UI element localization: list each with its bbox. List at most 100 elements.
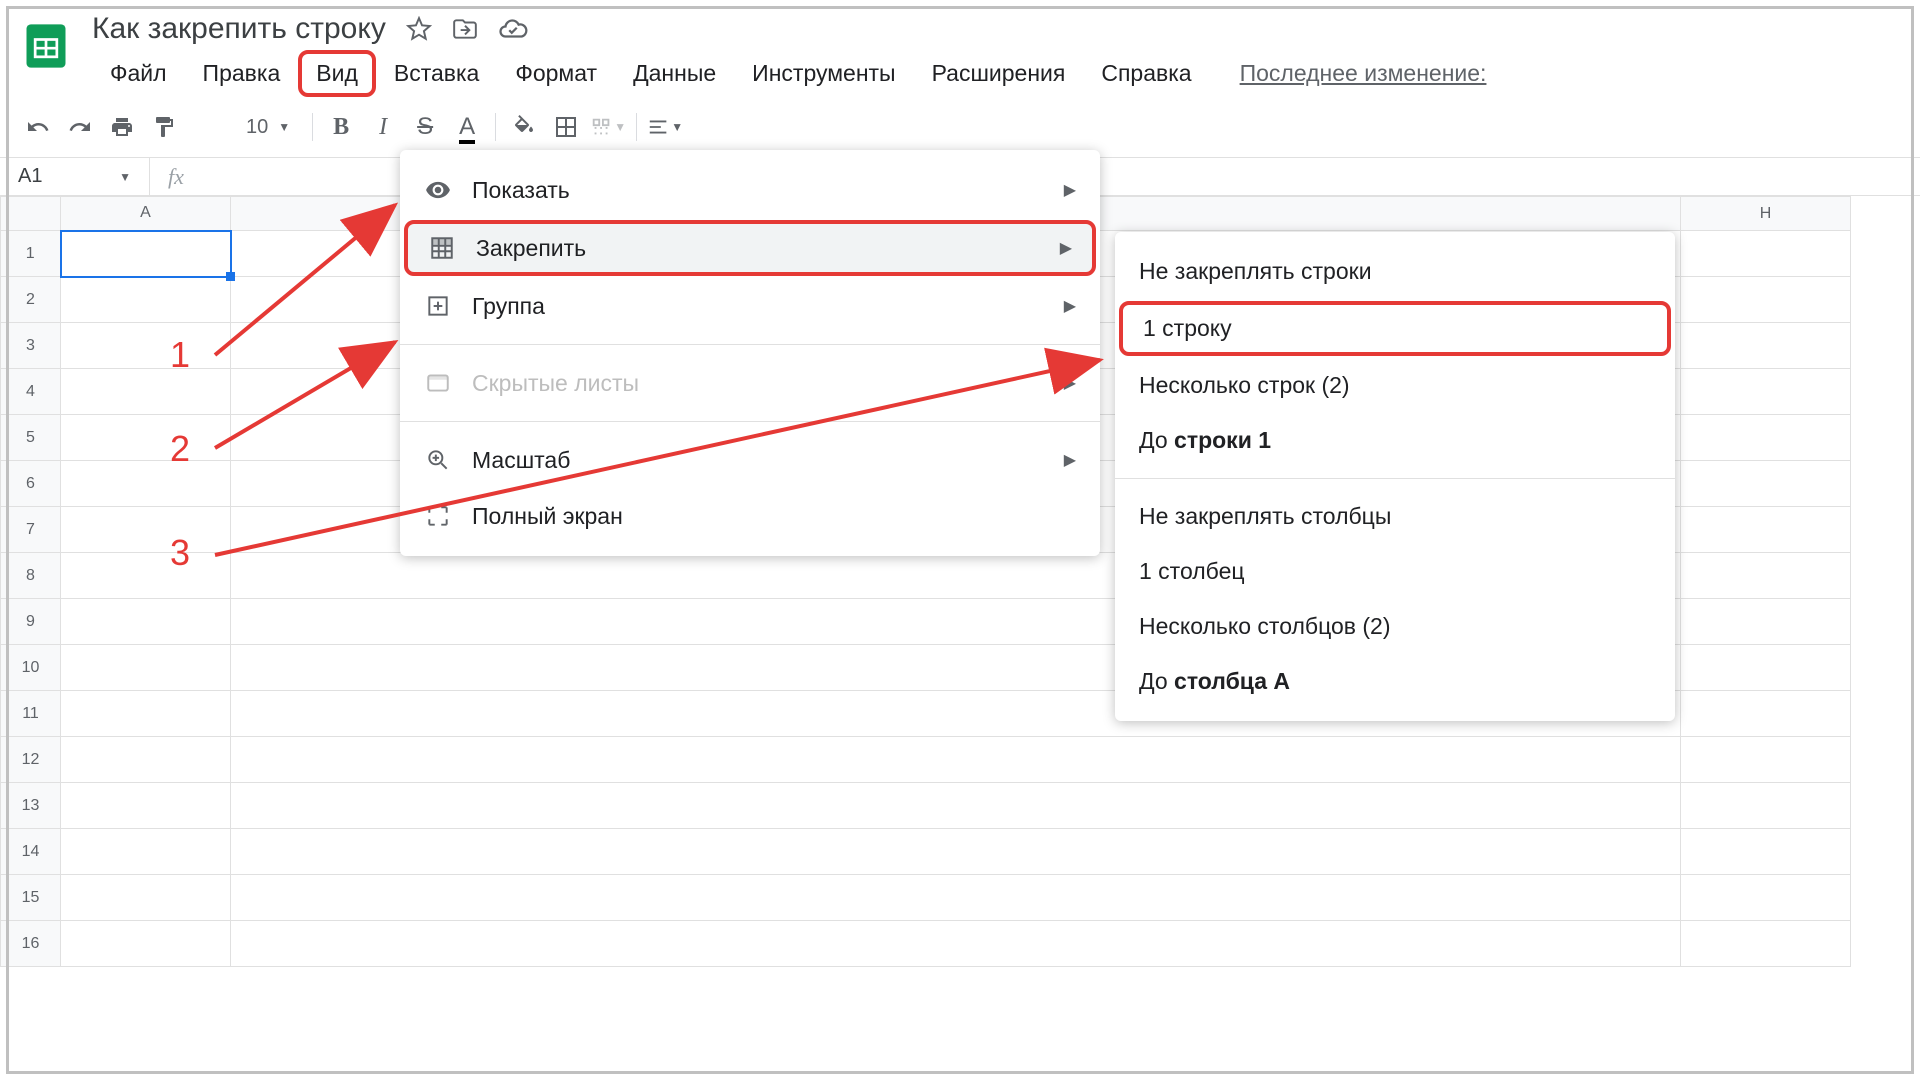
row-header-9[interactable]: 9 [1, 599, 61, 645]
freeze-item[interactable]: До строки 1 [1115, 413, 1675, 468]
freeze-item[interactable]: Не закреплять строки [1115, 244, 1675, 299]
row-header-3[interactable]: 3 [1, 323, 61, 369]
cell-mid-15[interactable] [231, 875, 1681, 921]
row-header-16[interactable]: 16 [1, 921, 61, 967]
cell-A11[interactable] [61, 691, 231, 737]
menu-правка[interactable]: Правка [185, 50, 299, 97]
cell-A10[interactable] [61, 645, 231, 691]
font-size-selector[interactable]: 10▼ [234, 116, 302, 139]
view-item-Группа[interactable]: Группа▶ [400, 278, 1100, 334]
cell-H5[interactable] [1681, 415, 1851, 461]
cell-H8[interactable] [1681, 553, 1851, 599]
text-color-button[interactable]: A [449, 109, 485, 145]
menu-формат[interactable]: Формат [497, 50, 615, 97]
row-header-12[interactable]: 12 [1, 737, 61, 783]
print-button[interactable] [104, 109, 140, 145]
row-header-13[interactable]: 13 [1, 783, 61, 829]
row-header-15[interactable]: 15 [1, 875, 61, 921]
view-item-Полный экран[interactable]: Полный экран [400, 488, 1100, 544]
menu-данные[interactable]: Данные [615, 50, 734, 97]
cell-A15[interactable] [61, 875, 231, 921]
merge-button[interactable]: ▼ [590, 109, 626, 145]
cell-A4[interactable] [61, 369, 231, 415]
cell-H7[interactable] [1681, 507, 1851, 553]
move-icon[interactable] [452, 16, 478, 42]
cell-H6[interactable] [1681, 461, 1851, 507]
document-title[interactable]: Как закрепить строку [92, 12, 386, 46]
cell-H4[interactable] [1681, 369, 1851, 415]
row-header-11[interactable]: 11 [1, 691, 61, 737]
italic-button[interactable]: I [365, 109, 401, 145]
cell-A8[interactable] [61, 553, 231, 599]
row-header-5[interactable]: 5 [1, 415, 61, 461]
undo-button[interactable] [20, 109, 56, 145]
redo-button[interactable] [62, 109, 98, 145]
freeze-item[interactable]: 1 столбец [1115, 544, 1675, 599]
cell-H16[interactable] [1681, 921, 1851, 967]
cell-A2[interactable] [61, 277, 231, 323]
cell-A13[interactable] [61, 783, 231, 829]
cell-A5[interactable] [61, 415, 231, 461]
cell-A6[interactable] [61, 461, 231, 507]
menu-инструменты[interactable]: Инструменты [734, 50, 913, 97]
toolbar: 10▼ B I S A ▼ ▼ [0, 97, 1920, 158]
menu-справка[interactable]: Справка [1083, 50, 1209, 97]
cell-mid-14[interactable] [231, 829, 1681, 875]
freeze-item[interactable]: Несколько столбцов (2) [1115, 599, 1675, 654]
cell-H13[interactable] [1681, 783, 1851, 829]
row-header-14[interactable]: 14 [1, 829, 61, 875]
bold-button[interactable]: B [323, 109, 359, 145]
freeze-item[interactable]: До столбца A [1115, 654, 1675, 709]
cell-H14[interactable] [1681, 829, 1851, 875]
cell-H11[interactable] [1681, 691, 1851, 737]
freeze-item[interactable]: Не закреплять столбцы [1115, 489, 1675, 544]
cell-A16[interactable] [61, 921, 231, 967]
paint-format-button[interactable] [146, 109, 182, 145]
group-icon [424, 292, 452, 320]
cell-A3[interactable] [61, 323, 231, 369]
row-header-8[interactable]: 8 [1, 553, 61, 599]
strike-button[interactable]: S [407, 109, 443, 145]
cell-H15[interactable] [1681, 875, 1851, 921]
row-header-10[interactable]: 10 [1, 645, 61, 691]
cell-A1[interactable] [61, 231, 231, 277]
view-item-Масштаб[interactable]: Масштаб▶ [400, 432, 1100, 488]
cloud-check-icon[interactable] [498, 14, 528, 44]
select-all-corner[interactable] [1, 197, 61, 231]
menu-вставка[interactable]: Вставка [376, 50, 498, 97]
cell-H1[interactable] [1681, 231, 1851, 277]
cell-H3[interactable] [1681, 323, 1851, 369]
row-header-2[interactable]: 2 [1, 277, 61, 323]
cell-H12[interactable] [1681, 737, 1851, 783]
menu-расширения[interactable]: Расширения [914, 50, 1084, 97]
row-header-4[interactable]: 4 [1, 369, 61, 415]
cell-mid-12[interactable] [231, 737, 1681, 783]
freeze-item[interactable]: Несколько строк (2) [1115, 358, 1675, 413]
cell-H2[interactable] [1681, 277, 1851, 323]
star-icon[interactable] [406, 16, 432, 42]
cell-A14[interactable] [61, 829, 231, 875]
cell-A7[interactable] [61, 507, 231, 553]
row-header-6[interactable]: 6 [1, 461, 61, 507]
cell-mid-13[interactable] [231, 783, 1681, 829]
last-edit-link[interactable]: Последнее изменение: [1240, 50, 1487, 97]
cell-A12[interactable] [61, 737, 231, 783]
col-header-A[interactable]: A [61, 197, 231, 231]
sheets-logo[interactable] [20, 20, 72, 72]
col-header-H[interactable]: H [1681, 197, 1851, 231]
fill-color-button[interactable] [506, 109, 542, 145]
cell-H9[interactable] [1681, 599, 1851, 645]
view-item-Показать[interactable]: Показать▶ [400, 162, 1100, 218]
row-header-7[interactable]: 7 [1, 507, 61, 553]
menu-вид[interactable]: Вид [298, 50, 376, 97]
cell-H10[interactable] [1681, 645, 1851, 691]
row-header-1[interactable]: 1 [1, 231, 61, 277]
borders-button[interactable] [548, 109, 584, 145]
halign-button[interactable]: ▼ [647, 109, 683, 145]
freeze-item[interactable]: 1 строку [1119, 301, 1671, 356]
name-box[interactable]: A1▼ [0, 158, 150, 195]
cell-A9[interactable] [61, 599, 231, 645]
menu-файл[interactable]: Файл [92, 50, 185, 97]
view-item-Закрепить[interactable]: Закрепить▶ [404, 220, 1096, 276]
cell-mid-16[interactable] [231, 921, 1681, 967]
